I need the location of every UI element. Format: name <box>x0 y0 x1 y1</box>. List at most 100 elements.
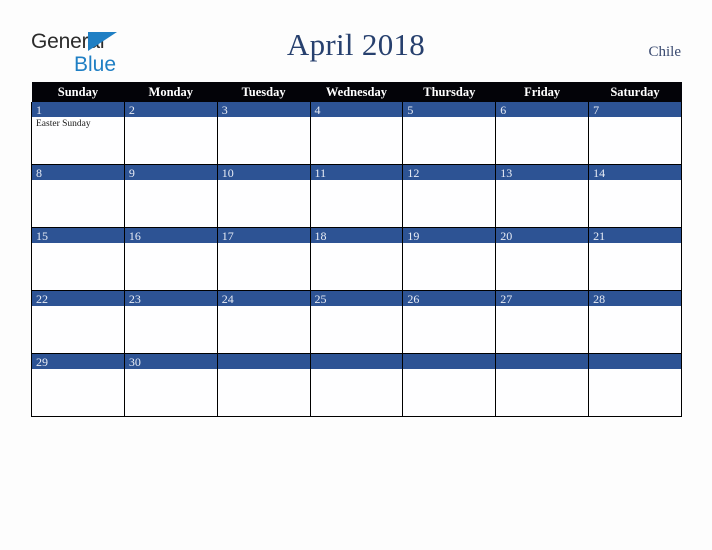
calendar-day-cell[interactable]: 23 <box>123 290 218 354</box>
calendar-day-cell[interactable]: 4 <box>309 102 404 165</box>
day-events <box>496 369 588 371</box>
day-cell-inner: 11 <box>310 165 403 227</box>
calendar-day-cell[interactable]: 29 <box>31 353 125 417</box>
calendar-day-cell[interactable] <box>216 353 311 417</box>
weekday-header-saturday: Saturday <box>588 82 682 102</box>
day-number-band: 11 <box>310 165 403 180</box>
calendar-day-cell[interactable]: 17 <box>216 227 311 291</box>
day-number-band: 21 <box>589 228 681 243</box>
calendar-day-cell[interactable]: 9 <box>123 164 218 228</box>
day-number: 15 <box>36 229 48 243</box>
calendar-day-cell[interactable]: 16 <box>123 227 218 291</box>
day-number: 21 <box>593 229 606 243</box>
day-events <box>589 369 681 371</box>
calendar-day-cell[interactable] <box>309 353 404 417</box>
day-cell-inner: 18 <box>310 228 403 290</box>
day-number-band: 10 <box>217 165 310 180</box>
calendar-day-cell[interactable]: 8 <box>31 164 125 228</box>
day-events <box>496 117 588 119</box>
calendar-day-cell[interactable]: 18 <box>309 227 404 291</box>
day-cell-inner: 26 <box>403 291 496 353</box>
day-cell-inner: 2 <box>124 102 217 164</box>
day-number-band: 8 <box>32 165 124 180</box>
day-number: 3 <box>221 103 228 117</box>
calendar-week-row: 8 9 10 11 12 13 14 <box>31 164 682 228</box>
calendar-day-cell[interactable] <box>495 353 590 417</box>
country-label: Chile <box>648 44 682 60</box>
calendar-day-cell[interactable]: 24 <box>216 290 311 354</box>
day-events <box>311 306 403 308</box>
day-events <box>403 306 495 308</box>
day-cell-inner: 22 <box>32 291 124 353</box>
calendar-week-row: 15 16 17 18 19 20 21 <box>31 227 682 291</box>
day-number: 2 <box>128 103 135 117</box>
day-cell-inner: 23 <box>124 291 217 353</box>
day-number-band: 6 <box>496 102 589 117</box>
calendar-day-cell[interactable]: 21 <box>588 227 682 291</box>
day-number: 6 <box>500 103 507 117</box>
day-events <box>311 180 403 182</box>
calendar-day-cell[interactable]: 6 <box>495 102 590 165</box>
calendar-day-cell[interactable]: 30 <box>123 353 218 417</box>
calendar-day-cell[interactable]: 11 <box>309 164 404 228</box>
day-cell-inner: 8 <box>32 165 124 227</box>
day-cell-inner: 6 <box>496 102 589 164</box>
day-number-band: 22 <box>32 291 124 306</box>
calendar-day-cell[interactable]: 22 <box>31 290 125 354</box>
day-number-band: 12 <box>403 165 496 180</box>
day-number-band: 4 <box>310 102 403 117</box>
day-number: 12 <box>407 166 420 180</box>
calendar-day-cell[interactable]: 2 <box>123 102 218 165</box>
day-number-band: 15 <box>32 228 124 243</box>
calendar-day-cell[interactable] <box>588 353 682 417</box>
calendar-day-cell[interactable]: 10 <box>216 164 311 228</box>
day-number-band: 14 <box>589 165 681 180</box>
day-events <box>589 180 681 182</box>
day-number-band <box>403 354 496 369</box>
day-number: 23 <box>128 292 141 306</box>
day-events <box>125 180 217 182</box>
day-events <box>218 243 310 245</box>
calendar-day-cell[interactable]: 27 <box>495 290 590 354</box>
day-number: 26 <box>407 292 420 306</box>
day-number: 8 <box>36 166 42 180</box>
day-number-band: 3 <box>217 102 310 117</box>
day-number: 5 <box>407 103 414 117</box>
calendar-day-cell[interactable]: 28 <box>588 290 682 354</box>
calendar-week-row: 29 30 <box>31 353 682 417</box>
day-number: 25 <box>314 292 327 306</box>
calendar-day-cell[interactable]: 12 <box>402 164 497 228</box>
day-number-band: 30 <box>124 354 217 369</box>
day-cell-inner: 1 Easter Sunday <box>32 102 124 164</box>
calendar-day-cell[interactable]: 14 <box>588 164 682 228</box>
day-number: 28 <box>593 292 606 306</box>
calendar-day-cell[interactable] <box>402 353 497 417</box>
day-events <box>32 369 124 371</box>
day-number-band: 13 <box>496 165 589 180</box>
calendar-day-cell[interactable]: 7 <box>588 102 682 165</box>
calendar-day-cell[interactable]: 1 Easter Sunday <box>31 102 125 165</box>
page-header: General Blue April 2018 Chile <box>0 0 712 82</box>
calendar-day-cell[interactable]: 5 <box>402 102 497 165</box>
day-number-band: 1 <box>32 102 124 117</box>
calendar-day-cell[interactable]: 19 <box>402 227 497 291</box>
calendar-day-cell[interactable]: 3 <box>216 102 311 165</box>
day-number-band: 7 <box>589 102 681 117</box>
day-cell-inner <box>496 354 589 416</box>
calendar-day-cell[interactable]: 15 <box>31 227 125 291</box>
weekday-header-thursday: Thursday <box>402 82 496 102</box>
calendar-day-cell[interactable]: 20 <box>495 227 590 291</box>
weekday-header-tuesday: Tuesday <box>217 82 311 102</box>
day-cell-inner: 24 <box>217 291 310 353</box>
day-cell-inner: 30 <box>124 354 217 416</box>
day-cell-inner: 9 <box>124 165 217 227</box>
day-events <box>218 369 310 371</box>
day-events <box>496 180 588 182</box>
day-cell-inner: 16 <box>124 228 217 290</box>
day-number: 10 <box>221 166 234 180</box>
calendar-day-cell[interactable]: 13 <box>495 164 590 228</box>
day-events <box>311 117 403 119</box>
calendar-day-cell[interactable]: 26 <box>402 290 497 354</box>
calendar-day-cell[interactable]: 25 <box>309 290 404 354</box>
calendar-body: 1 Easter Sunday 2 3 4 5 6 7 8 9 10 11 12 13 14 15 16 17 18… <box>31 102 682 417</box>
